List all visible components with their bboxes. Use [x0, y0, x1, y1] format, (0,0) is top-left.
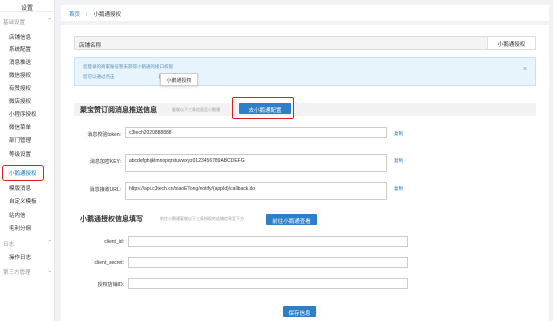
- main-panel: 店铺名称 小鹅通授权 您登录的商家账号暂未获得小鹅通的接口权限 您可以通过点击获…: [61, 25, 549, 321]
- sidebar-group-basic[interactable]: 基础设置 ⌃: [0, 18, 55, 26]
- sidebar-item-weidian-auth[interactable]: 微店授权: [0, 97, 31, 105]
- sidebar-item-message-push[interactable]: 消息推送: [0, 58, 31, 66]
- sidebar-item-custom-template[interactable]: 自定义模板: [0, 197, 37, 205]
- save-button[interactable]: 保存信息: [283, 306, 316, 317]
- sidebar-item-operation-log[interactable]: 操作日志: [0, 253, 31, 261]
- go-xiaoetong-view-button[interactable]: 前往小鹅通查看: [266, 214, 317, 225]
- copy-token-link[interactable]: 复制: [394, 131, 403, 137]
- sidebar-item-store-info[interactable]: 店铺信息: [0, 33, 31, 41]
- sidebar-item-youzan-auth[interactable]: 有赞授权: [0, 84, 31, 92]
- token-field[interactable]: c3tech2020888888: [125, 127, 387, 138]
- notice-banner: 您登录的商家账号暂未获得小鹅通的接口权限 您可以通过点击获取并进行授权 ×: [74, 57, 536, 86]
- breadcrumb: 首页 / 小鹅通授权: [61, 5, 549, 21]
- sidebar-item-inbox[interactable]: 站内信: [0, 211, 26, 219]
- highlight-box: [232, 97, 294, 119]
- auth-section-title: 小鹅通授权信息填写: [80, 216, 143, 223]
- client-id-label: client_id:: [104, 239, 124, 245]
- sidebar-group-third-party[interactable]: 第三方管理 ⌄: [0, 268, 55, 276]
- receive-url-label: 消息接收URL:: [89, 187, 121, 193]
- highlight-box: [2, 165, 44, 181]
- chevron-down-icon: ⌄: [47, 268, 52, 274]
- receive-url-field[interactable]: https://api.c3tech.cn/xiaoETong/notify/{…: [125, 182, 387, 200]
- push-section-header: 聚宝赞订阅消息推送信息 复制以下三条信息至小鹅通: [74, 103, 536, 116]
- sidebar-item-settings[interactable]: 设置: [0, 0, 54, 12]
- notice-line-1: 您登录的商家账号暂未获得小鹅通的接口权限: [83, 64, 173, 69]
- breadcrumb-home-link[interactable]: 首页: [69, 12, 80, 18]
- copy-receive-url-link[interactable]: 复制: [394, 186, 403, 192]
- sidebar-item-profit-share[interactable]: 毛利分佣: [0, 224, 31, 232]
- encrypt-key-label: 消息加密KEY:: [89, 159, 121, 165]
- sidebar-item-level-settings[interactable]: 等级设置: [0, 150, 31, 158]
- sidebar-item-miniapp-auth[interactable]: 小程序授权: [0, 110, 37, 118]
- sidebar-item-template-message[interactable]: 模版消息: [0, 184, 31, 192]
- store-name-label: 店铺名称: [79, 43, 102, 49]
- close-icon[interactable]: ×: [523, 66, 527, 73]
- encrypt-key-field[interactable]: abcdefghijklmnopqrstuvwxyz0123456789ABCD…: [125, 154, 387, 172]
- auth-section-hint: 前往小鹅通复制以下三条授权的店铺信息至下方: [160, 216, 244, 221]
- shop-id-label: 授权店铺ID:: [97, 282, 124, 288]
- client-id-input[interactable]: [128, 236, 408, 247]
- client-secret-input[interactable]: [128, 257, 408, 268]
- shop-id-input[interactable]: [128, 278, 408, 289]
- sidebar-item-departments[interactable]: 部门管理: [0, 136, 31, 144]
- breadcrumb-separator: /: [86, 12, 88, 18]
- client-secret-label: client_secret:: [94, 260, 124, 266]
- copy-encrypt-key-link[interactable]: 复制: [394, 158, 403, 164]
- push-section-hint: 复制以下三条信息至小鹅通: [172, 107, 220, 112]
- breadcrumb-current: 小鹅通授权: [93, 12, 122, 18]
- auth-tooltip: 小鹅通授权: [160, 73, 198, 86]
- store-name-row: 店铺名称 小鹅通授权: [74, 36, 536, 50]
- sidebar-item-wechat-menu[interactable]: 微信菜单: [0, 123, 31, 131]
- chevron-up-icon: ⌃: [47, 18, 52, 24]
- push-section-title: 聚宝赞订阅消息推送信息: [80, 107, 157, 114]
- sidebar-item-wechat-auth[interactable]: 微信授权: [0, 71, 31, 79]
- store-name-value: 小鹅通授权: [487, 37, 535, 49]
- sidebar-item-system-config[interactable]: 系统配置: [0, 45, 31, 53]
- token-label: 消息校验token:: [87, 132, 121, 138]
